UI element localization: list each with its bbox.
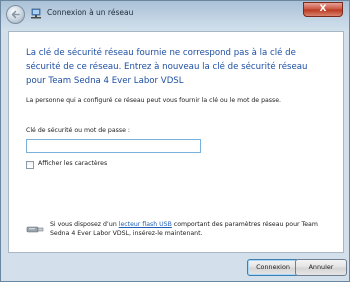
connect-button[interactable]: Connexion (247, 259, 299, 276)
usb-drive-icon (26, 226, 44, 233)
info-text: La personne qui a configuré ce réseau pe… (26, 97, 282, 104)
show-characters-label[interactable]: Afficher les caractères (38, 160, 107, 167)
back-button[interactable] (6, 5, 25, 24)
close-icon: X (319, 4, 327, 14)
window-title: Connexion à un réseau (47, 8, 134, 17)
show-characters-checkbox[interactable] (26, 161, 34, 169)
title-bar: Connexion à un réseau X (1, 1, 349, 31)
usb-instructions: Si vous disposez d’un lecteur flash USB … (50, 220, 320, 238)
security-key-input[interactable] (26, 139, 201, 153)
error-headline: La clé de sécurité réseau fournie ne cor… (26, 48, 308, 86)
dialog-window: Connexion à un réseau X La clé de sécuri… (0, 0, 350, 282)
close-button[interactable]: X (303, 2, 343, 17)
cancel-button[interactable]: Annuler (295, 259, 347, 276)
usb-flash-drive-link[interactable]: lecteur flash USB (119, 221, 172, 228)
security-key-label: Clé de sécurité ou mot de passe : (26, 127, 130, 134)
content-panel: La clé de sécurité réseau fournie ne cor… (8, 31, 344, 253)
back-arrow-icon (11, 10, 20, 19)
network-icon (31, 8, 41, 19)
usb-text-prefix: Si vous disposez d’un (50, 221, 119, 228)
